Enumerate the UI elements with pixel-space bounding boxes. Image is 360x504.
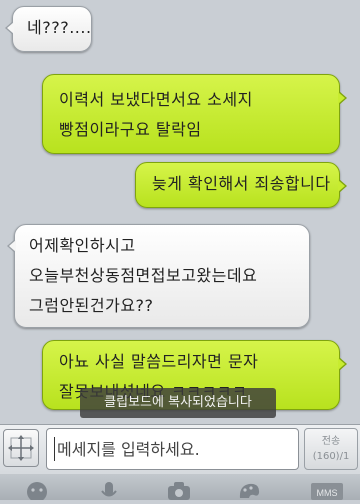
incoming-message-bubble[interactable]: 네???.... bbox=[5, 6, 92, 52]
expand-button[interactable] bbox=[3, 429, 39, 467]
emoticon-button[interactable] bbox=[24, 480, 50, 502]
text-cursor bbox=[54, 437, 55, 461]
camera-icon bbox=[168, 482, 190, 500]
message-line: 네???.... bbox=[27, 18, 92, 37]
emoticon-icon bbox=[27, 482, 47, 502]
message-line: 이력서 보냈다면서요 소세지 bbox=[59, 90, 253, 109]
camera-button[interactable] bbox=[166, 480, 192, 500]
voice-button[interactable] bbox=[96, 480, 122, 500]
send-label: 전송 bbox=[321, 436, 341, 447]
microphone-icon bbox=[101, 482, 117, 497]
clipboard-toast: 클립보드에 복사되었습니다 bbox=[80, 388, 276, 418]
mms-icon: MMS bbox=[311, 483, 343, 500]
chat-area[interactable]: 네???.... 이력서 보냈다면서요 소세지 빵점이라구요 탈락임 늦게 확인… bbox=[0, 0, 360, 424]
paint-icon bbox=[239, 483, 260, 498]
expand-arrows-icon bbox=[8, 435, 34, 461]
mms-button[interactable]: MMS bbox=[310, 480, 344, 500]
message-input-box[interactable] bbox=[46, 428, 299, 470]
incoming-message-bubble[interactable]: 어제확인하시고 오늘부천상동점면접보고왔는데요 그럼안된건가요?? bbox=[7, 224, 310, 328]
message-line: 늦게 확인해서 죄송합니다 bbox=[152, 174, 331, 193]
outgoing-message-bubble[interactable]: 늦게 확인해서 죄송합니다 bbox=[135, 162, 347, 208]
message-line: 그럼안된건가요?? bbox=[29, 296, 154, 315]
attachment-toolbar: MMS bbox=[0, 474, 360, 502]
message-line: 어제확인하시고 bbox=[29, 236, 136, 255]
message-line: 오늘부천상동점면접보고왔는데요 bbox=[29, 266, 258, 285]
paint-button[interactable] bbox=[236, 480, 262, 500]
message-line: 아뇨 사실 말씀드리자면 문자 bbox=[59, 352, 259, 371]
mms-label: MMS bbox=[317, 488, 338, 498]
message-line: 빵점이라구요 탈락임 bbox=[59, 120, 202, 139]
send-button[interactable]: 전송 (160)/1 bbox=[304, 428, 358, 470]
message-input[interactable] bbox=[55, 429, 299, 469]
char-counter: (160)/1 bbox=[312, 451, 350, 462]
outgoing-message-bubble[interactable]: 이력서 보냈다면서요 소세지 빵점이라구요 탈락임 bbox=[42, 74, 347, 154]
message-composer: 전송 (160)/1 bbox=[0, 424, 360, 475]
